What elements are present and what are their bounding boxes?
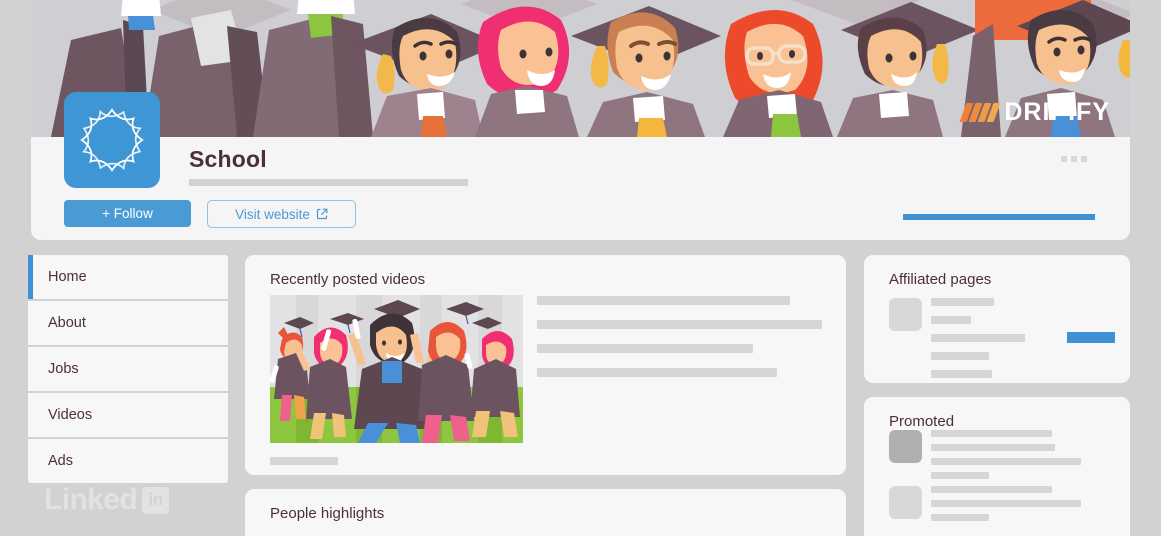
card-title: Recently posted videos bbox=[270, 271, 426, 288]
dripify-bars-icon bbox=[959, 103, 1001, 122]
visit-website-button[interactable]: Visit website bbox=[207, 200, 356, 228]
placeholder-line bbox=[931, 514, 989, 521]
placeholder-line bbox=[931, 472, 989, 479]
linkedin-badge-icon: in bbox=[142, 486, 170, 514]
sidebar-item-home[interactable]: Home bbox=[28, 255, 228, 299]
promoted-item-avatar bbox=[889, 430, 922, 463]
placeholder-line bbox=[270, 457, 338, 465]
sidebar-item-label: About bbox=[48, 315, 86, 331]
linkedin-wordmark: Linked bbox=[44, 483, 138, 516]
sidebar-item-ads[interactable]: Ads bbox=[28, 439, 228, 483]
follow-button[interactable]: + Follow bbox=[64, 200, 191, 227]
affiliated-accent-bar bbox=[1067, 332, 1115, 343]
dripify-watermark: DRIPIFY bbox=[959, 98, 1110, 126]
affiliated-text-placeholders bbox=[931, 298, 1106, 388]
placeholder-line bbox=[931, 352, 989, 360]
sidebar-item-videos[interactable]: Videos bbox=[28, 393, 228, 437]
promoted-text-placeholders bbox=[931, 430, 1116, 486]
tagline-placeholder bbox=[189, 179, 468, 186]
sidebar-item-label: Jobs bbox=[48, 361, 79, 377]
placeholder-line bbox=[931, 334, 1025, 342]
placeholder-line bbox=[931, 370, 992, 378]
profile-header-card: DRIPIFY School + Follow Visit website bbox=[31, 0, 1130, 240]
ellipsis-dot bbox=[1081, 156, 1087, 162]
rosette-star-icon bbox=[80, 108, 144, 172]
sidebar-item-jobs[interactable]: Jobs bbox=[28, 347, 228, 391]
card-title: Affiliated pages bbox=[889, 271, 992, 288]
sidebar-item-label: Home bbox=[48, 269, 87, 285]
placeholder-line bbox=[931, 486, 1052, 493]
placeholder-line bbox=[537, 368, 777, 377]
placeholder-line bbox=[931, 430, 1052, 437]
promoted-item-avatar bbox=[889, 486, 922, 519]
placeholder-line bbox=[537, 344, 753, 353]
page-title: School bbox=[189, 146, 267, 172]
placeholder-line bbox=[931, 298, 994, 306]
recently-posted-videos-card: Recently posted videos bbox=[245, 255, 846, 475]
sidebar-nav: Home About Jobs Videos Ads bbox=[28, 255, 228, 485]
sidebar-item-label: Videos bbox=[48, 407, 93, 423]
external-link-icon bbox=[316, 208, 328, 220]
sidebar-item-about[interactable]: About bbox=[28, 301, 228, 345]
card-title: People highlights bbox=[270, 505, 385, 522]
affiliated-pages-card: Affiliated pages bbox=[864, 255, 1130, 383]
linkedin-company-page: DRIPIFY School + Follow Visit website Ho… bbox=[0, 0, 1161, 536]
placeholder-line bbox=[931, 500, 1081, 507]
main-content-column: Recently posted videos People highlights bbox=[245, 255, 846, 536]
right-sidebar-column: Affiliated pages Promoted bbox=[864, 255, 1130, 536]
promoted-card: Promoted bbox=[864, 397, 1130, 536]
ellipsis-dot bbox=[1061, 156, 1067, 162]
placeholder-line bbox=[537, 296, 790, 305]
header-accent-bar bbox=[903, 214, 1095, 220]
visit-website-label: Visit website bbox=[235, 206, 310, 222]
video-thumbnail[interactable] bbox=[270, 295, 523, 443]
video-text-placeholders bbox=[537, 296, 822, 392]
placeholder-line bbox=[931, 316, 971, 324]
placeholder-line bbox=[931, 444, 1055, 451]
placeholder-line bbox=[931, 458, 1081, 465]
more-options-button[interactable] bbox=[1061, 156, 1087, 162]
linkedin-logo: Linked in bbox=[44, 483, 170, 516]
card-title: Promoted bbox=[889, 413, 955, 430]
placeholder-line bbox=[537, 320, 822, 329]
dripify-wordmark: DRIPIFY bbox=[1004, 98, 1110, 126]
graduation-celebration-illustration bbox=[270, 295, 523, 443]
profile-banner-image: DRIPIFY bbox=[31, 0, 1130, 137]
people-highlights-card: People highlights bbox=[245, 489, 846, 536]
company-avatar[interactable] bbox=[64, 92, 160, 188]
promoted-text-placeholders bbox=[931, 486, 1116, 528]
affiliated-page-avatar bbox=[889, 298, 922, 331]
sidebar-item-label: Ads bbox=[48, 453, 73, 469]
ellipsis-dot bbox=[1071, 156, 1077, 162]
